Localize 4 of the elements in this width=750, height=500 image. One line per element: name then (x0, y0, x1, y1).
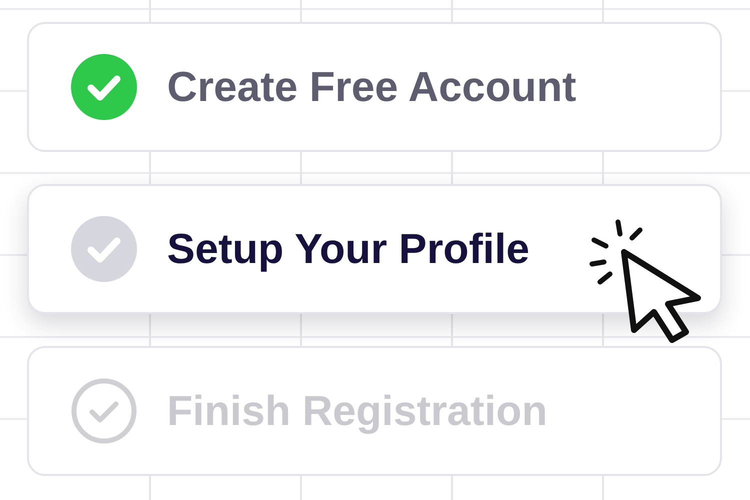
step-label: Create Free Account (167, 63, 576, 111)
step-card[interactable]: Setup Your Profile (27, 184, 722, 314)
step-label: Setup Your Profile (167, 225, 530, 273)
step-card[interactable]: Create Free Account (27, 22, 722, 152)
